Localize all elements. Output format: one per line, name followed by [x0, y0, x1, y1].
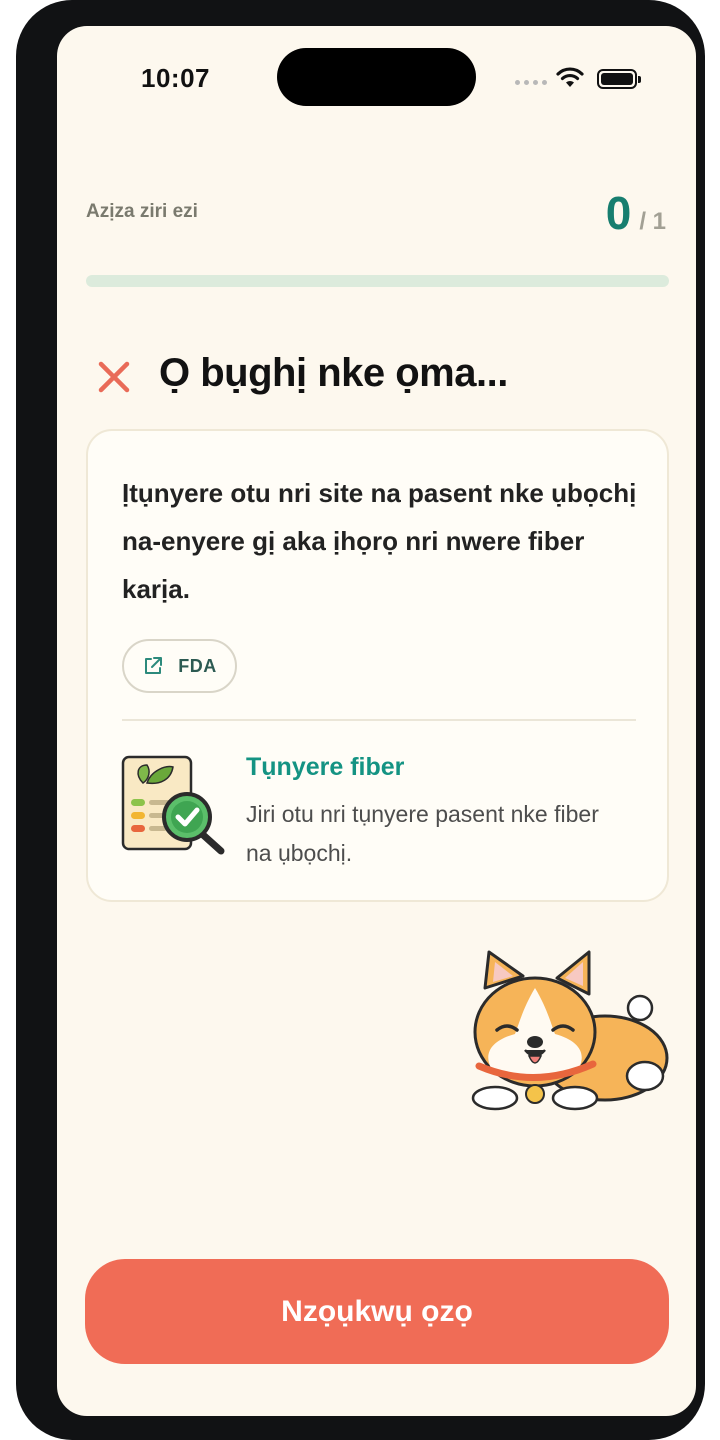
- tip-body: Jiri otu nri tụnyere pasent nke fiber na…: [246, 801, 599, 866]
- next-step-label: Nzọụkwụ ọzọ: [281, 1294, 473, 1328]
- score-current: 0: [605, 187, 632, 239]
- sleeping-corgi-icon: [471, 950, 669, 1111]
- status-icons: [515, 66, 645, 92]
- progress-label: Azịza ziri ezi: [86, 201, 198, 222]
- score-total: / 1: [639, 208, 666, 235]
- source-link-button[interactable]: FDA: [122, 639, 237, 693]
- next-step-button[interactable]: Nzọụkwụ ọzọ: [85, 1259, 669, 1364]
- progress-bar: [86, 275, 669, 287]
- battery-icon: [597, 69, 641, 89]
- tip-title: Tụnyere fiber: [246, 753, 405, 781]
- cellular-signal-icon: [515, 80, 547, 85]
- external-link-icon: [145, 657, 163, 674]
- phone-frame: 10:07 Azịza ziri ezi 0 / 1 Ọ bụghị nke ọ…: [16, 0, 705, 1440]
- source-label: FDA: [178, 655, 217, 676]
- result-title: Ọ bụghị nke ọma...: [159, 351, 508, 395]
- dynamic-island: [277, 48, 476, 106]
- nutrition-label-magnifier-icon: [121, 755, 225, 855]
- score-counter: 0 / 1: [606, 186, 666, 240]
- status-time: 10:07: [141, 63, 210, 93]
- app-screen: 10:07 Azịza ziri ezi 0 / 1 Ọ bụghị nke ọ…: [57, 26, 696, 1416]
- explanation-card: Ịtụnyere otu nri site na pasent nke ụbọc…: [86, 429, 669, 902]
- explanation-text: Ịtụnyere otu nri site na pasent nke ụbọc…: [122, 478, 637, 604]
- close-icon: [98, 361, 130, 393]
- card-divider: [122, 719, 636, 721]
- wifi-icon: [556, 67, 584, 87]
